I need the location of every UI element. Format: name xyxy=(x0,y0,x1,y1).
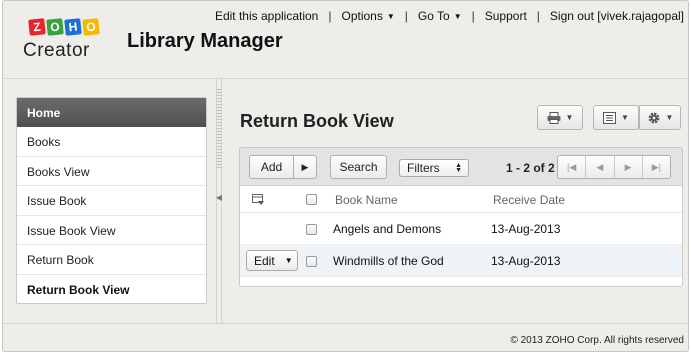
sidebar-home[interactable]: Home xyxy=(17,98,206,127)
grid-toolbar: Add ▶ Search Filters ▲ ▼ 1 - 2 of 2 |◀ ◀ … xyxy=(240,148,682,186)
column-header-book-name[interactable]: Book Name xyxy=(335,193,398,207)
header-divider xyxy=(3,78,688,79)
logo-letter: O xyxy=(46,18,64,36)
filters-select[interactable]: Filters ▲ ▼ xyxy=(399,159,469,177)
select-all-checkbox[interactable] xyxy=(306,194,317,205)
table-header: Book Name Receive Date xyxy=(240,186,682,213)
edit-application-link[interactable]: Edit this application xyxy=(215,9,318,23)
logo-letter: Z xyxy=(28,18,46,36)
nav-separator: | xyxy=(471,9,475,23)
pagination-status: 1 - 2 of 2 xyxy=(506,161,555,175)
app-window: Edit this application | Options ▼ | Go To… xyxy=(2,0,689,352)
caret-down-icon: ▼ xyxy=(621,113,629,122)
add-menu-arrow[interactable]: ▶ xyxy=(293,155,317,179)
sidebar-splitter[interactable]: ◀ xyxy=(216,79,222,323)
zoho-creator-logo[interactable]: Z O H O Creator xyxy=(23,18,103,69)
nav-separator: | xyxy=(328,9,332,23)
top-navigation: Edit this application | Options ▼ | Go To… xyxy=(215,9,684,23)
table-row[interactable]: Edit ▼ Windmills of the God 13-Aug-2013 xyxy=(240,245,682,277)
filters-select-value: Filters xyxy=(407,161,440,175)
sidebar-item-return-book-view[interactable]: Return Book View xyxy=(17,275,206,305)
nav-separator: | xyxy=(536,9,540,23)
cell-book-name: Windmills of the God xyxy=(333,254,444,268)
list-icon xyxy=(603,111,617,124)
cell-receive-date: 13-Aug-2013 xyxy=(491,254,561,268)
table-row[interactable]: Angels and Demons 13-Aug-2013 xyxy=(240,213,682,245)
logo-letter: H xyxy=(64,18,82,36)
sidebar-item-books[interactable]: Books xyxy=(17,127,206,157)
options-menu[interactable]: Options ▼ xyxy=(341,9,394,23)
footer-divider xyxy=(3,323,688,324)
first-page-icon[interactable]: |◀ xyxy=(558,156,587,178)
column-header-receive-date[interactable]: Receive Date xyxy=(493,193,565,207)
gear-icon xyxy=(648,112,659,123)
edit-record-button[interactable]: Edit ▼ xyxy=(246,250,298,271)
sidebar-item-return-book[interactable]: Return Book xyxy=(17,245,206,275)
caret-down-icon: ▼ xyxy=(453,12,462,21)
printer-icon xyxy=(547,111,561,124)
column-chooser-icon[interactable] xyxy=(252,194,265,206)
app-title: Library Manager xyxy=(127,30,283,52)
logo-letter: O xyxy=(82,18,100,36)
row-checkbox[interactable] xyxy=(306,256,317,267)
support-link[interactable]: Support xyxy=(485,9,527,23)
settings-button[interactable]: ▼ xyxy=(639,105,681,130)
pagination-controls: |◀ ◀ ▶ ▶| xyxy=(557,155,671,179)
last-page-icon[interactable]: ▶| xyxy=(643,156,670,178)
view-title: Return Book View xyxy=(240,111,394,131)
nav-separator: | xyxy=(404,9,408,23)
sidebar: Home Books Books View Issue Book Issue B… xyxy=(16,97,207,304)
copyright-text: © 2013 ZOHO Corp. All rights reserved xyxy=(510,335,684,346)
logo-product-name: Creator xyxy=(23,40,90,61)
goto-menu[interactable]: Go To ▼ xyxy=(418,9,462,23)
zoho-wordmark: Z O H O xyxy=(28,18,103,36)
report-grid: Add ▶ Search Filters ▲ ▼ 1 - 2 of 2 |◀ ◀ … xyxy=(239,147,683,287)
edit-button-label: Edit xyxy=(254,253,275,268)
caret-down-icon: ▼ xyxy=(284,256,293,265)
caret-down-icon: ▼ xyxy=(386,12,395,21)
sidebar-item-issue-book[interactable]: Issue Book xyxy=(17,186,206,216)
row-checkbox[interactable] xyxy=(306,224,317,235)
caret-down-icon: ▼ xyxy=(565,113,574,122)
sidebar-item-books-view[interactable]: Books View xyxy=(17,157,206,186)
sidebar-item-issue-book-view[interactable]: Issue Book View xyxy=(17,216,206,245)
search-button[interactable]: Search xyxy=(330,155,387,179)
triangle-right-icon: ▶ xyxy=(301,161,309,172)
up-down-arrows-icon: ▲ ▼ xyxy=(455,162,462,174)
next-page-icon[interactable]: ▶ xyxy=(615,156,643,178)
caret-down-icon: ▼ xyxy=(665,113,674,122)
view-options-button[interactable]: ▼ xyxy=(593,105,639,130)
print-button[interactable]: ▼ xyxy=(537,105,583,130)
collapse-left-icon[interactable]: ◀ xyxy=(216,187,222,207)
sign-out-link[interactable]: Sign out [vivek.rajagopal] xyxy=(550,9,684,23)
add-button[interactable]: Add xyxy=(249,155,294,179)
splitter-grip xyxy=(217,89,221,169)
previous-page-icon[interactable]: ◀ xyxy=(586,156,615,178)
cell-receive-date: 13-Aug-2013 xyxy=(491,222,561,236)
cell-book-name: Angels and Demons xyxy=(333,222,442,236)
